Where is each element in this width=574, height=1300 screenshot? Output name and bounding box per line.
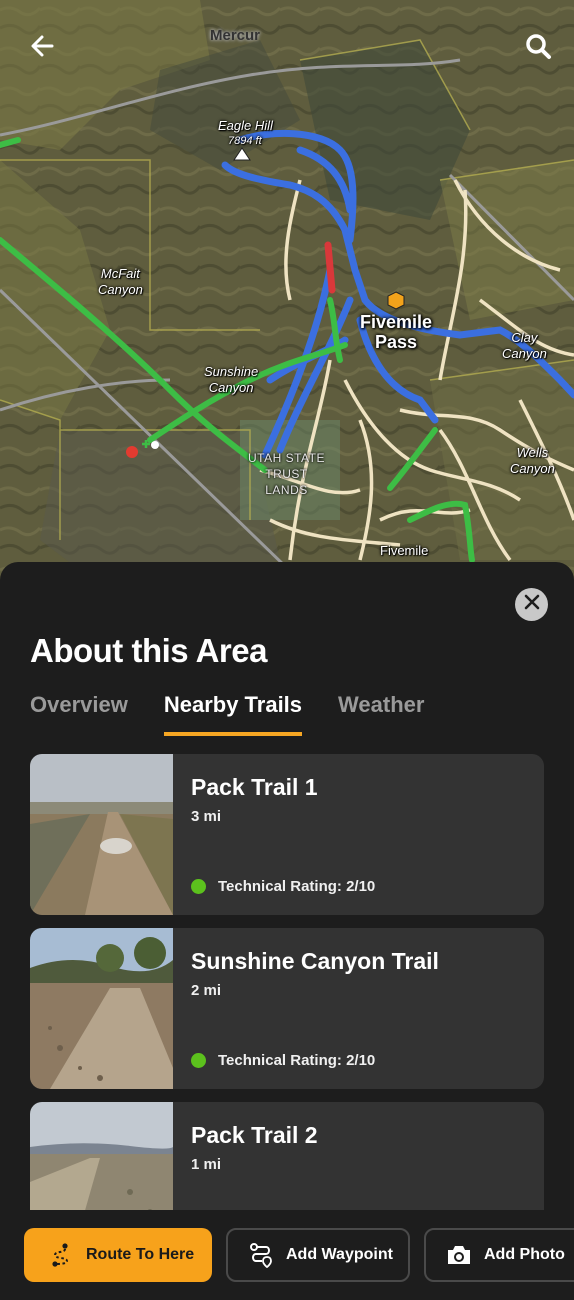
tab-overview[interactable]: Overview [30, 692, 128, 736]
trail-photo [30, 928, 173, 1089]
trail-card-pack-trail-2[interactable]: Pack Trail 2 1 mi [30, 1102, 544, 1210]
trail-name: Sunshine Canyon Trail [191, 948, 439, 974]
tab-nearby-trails[interactable]: Nearby Trails [163, 692, 303, 736]
close-button[interactable] [515, 588, 548, 621]
map-view[interactable]: Mercur Eagle Hill 7894 ft McFait Canyon … [0, 0, 574, 600]
close-icon [524, 594, 540, 615]
camera-icon [446, 1242, 472, 1268]
arrow-left-icon [28, 32, 56, 65]
trail-rating: Technical Rating: 2/10 [191, 1052, 375, 1069]
trail-photo [30, 754, 173, 915]
map-label-clay-canyon: Clay Canyon [502, 330, 547, 361]
add-waypoint-button[interactable]: Add Waypoint [226, 1228, 410, 1282]
route-to-here-label: Route To Here [86, 1246, 195, 1263]
trail-distance: 2 mi [191, 982, 222, 999]
route-icon [48, 1242, 74, 1268]
trail-name: Pack Trail 1 [191, 774, 318, 800]
map-label-mercur: Mercur [210, 27, 261, 44]
trail-rating-text: Technical Rating: 2/10 [218, 1052, 376, 1069]
rating-dot-icon [191, 1053, 206, 1068]
map-label-utah-state-trust-lands: UTAH STATE TRUST LANDS [248, 451, 325, 497]
add-photo-label: Add Photo [484, 1246, 565, 1263]
search-button[interactable] [516, 26, 560, 70]
trail-rating-text: Technical Rating: 2/10 [218, 878, 376, 895]
map-label-sunshine-canyon: Sunshine Canyon [204, 364, 259, 395]
trail-rating: Technical Rating: 2/10 [191, 878, 375, 895]
map-label-fivemile-pass: Fivemile Pass [360, 312, 433, 352]
tab-bar: Overview Nearby Trails Weather [30, 692, 460, 736]
map-label-fivemile: Fivemile [380, 543, 429, 558]
back-button[interactable] [20, 26, 64, 70]
add-waypoint-label: Add Waypoint [286, 1246, 393, 1263]
add-photo-button[interactable]: Add Photo [424, 1228, 574, 1282]
map-label-eagle-hill: Eagle Hill [218, 118, 273, 133]
map-label-mcfait-canyon: McFait Canyon [98, 266, 143, 297]
trail-name: Pack Trail 2 [191, 1122, 318, 1148]
trail-list[interactable]: Pack Trail 1 3 mi Technical Rating: 2/10 [30, 754, 544, 1210]
trail-distance: 3 mi [191, 808, 222, 825]
route-to-here-button[interactable]: Route To Here [24, 1228, 212, 1282]
trail-card-pack-trail-1[interactable]: Pack Trail 1 3 mi Technical Rating: 2/10 [30, 754, 544, 915]
trail-distance: 1 mi [191, 1156, 222, 1173]
map-label-wells-canyon: Wells Canyon [510, 445, 555, 476]
trail-card-sunshine-canyon-trail[interactable]: Sunshine Canyon Trail 2 mi Technical Rat… [30, 928, 544, 1089]
about-area-sheet: About this Area Overview Nearby Trails W… [0, 562, 574, 1300]
sheet-title: About this Area [30, 632, 267, 669]
search-icon [524, 32, 552, 65]
waypoint-icon [248, 1242, 274, 1268]
rating-dot-icon [191, 879, 206, 894]
tab-weather[interactable]: Weather [338, 692, 424, 736]
action-bar: Route To Here Add Waypoint Add Photo [0, 1210, 574, 1300]
map-label-eagle-hill-elevation: 7894 ft [228, 135, 262, 147]
trail-photo [30, 1102, 173, 1210]
map-canvas[interactable] [0, 0, 574, 600]
